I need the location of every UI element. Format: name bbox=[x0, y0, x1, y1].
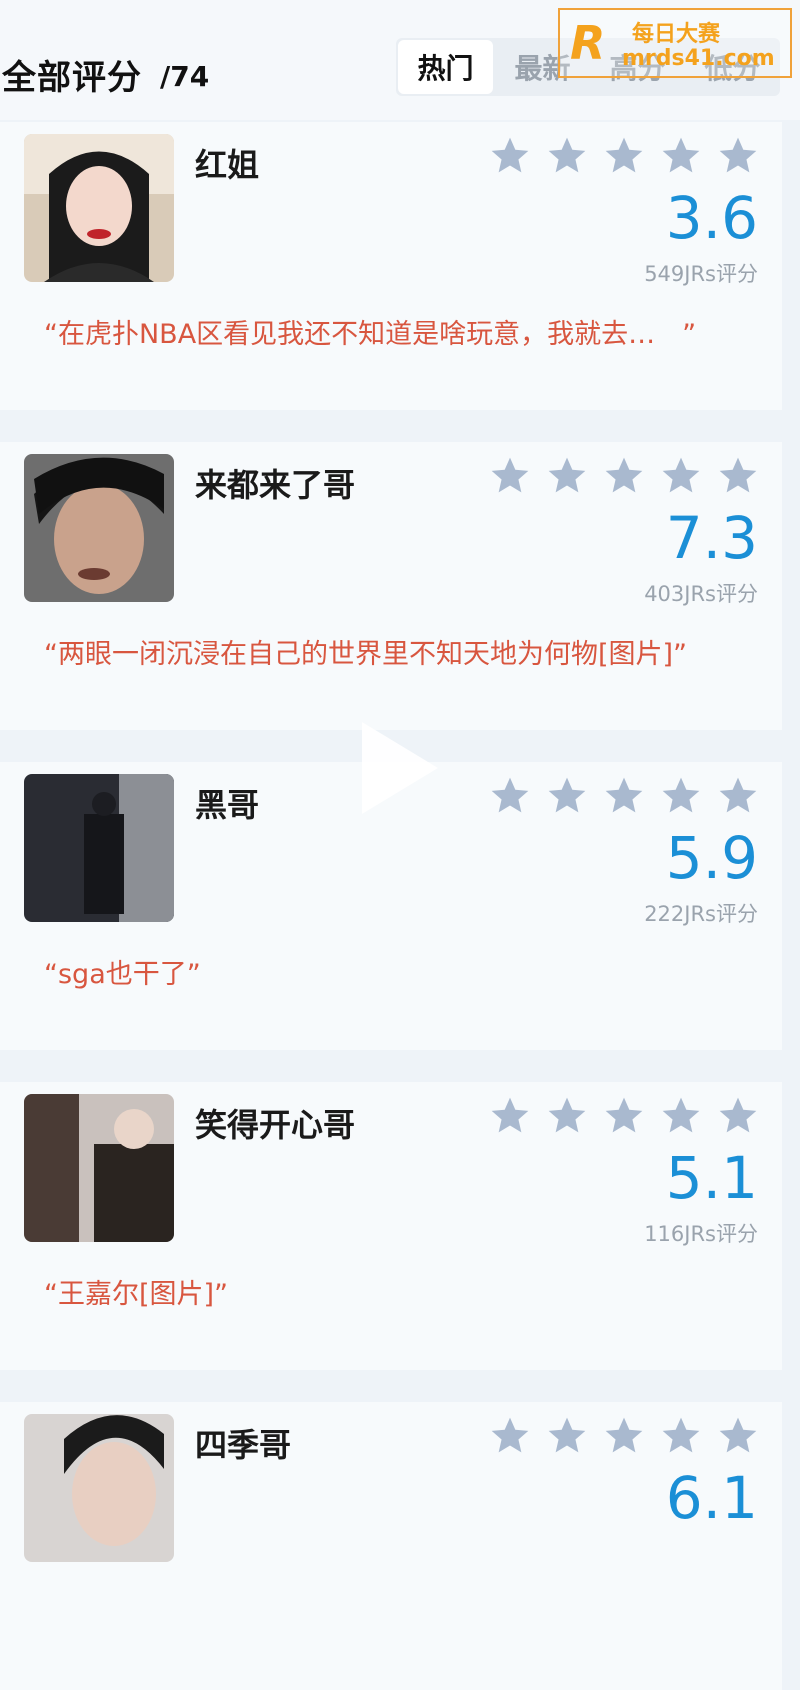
star-icon bbox=[491, 1417, 529, 1453]
rater-count: 403JRs评分 bbox=[644, 582, 758, 606]
rating-stars bbox=[488, 1414, 760, 1458]
star-icon bbox=[605, 1097, 643, 1133]
page-title: 全部评分 bbox=[2, 58, 142, 98]
star-icon bbox=[662, 777, 700, 813]
star-icon bbox=[662, 1417, 700, 1453]
rater-count: 549JRs评分 bbox=[644, 262, 758, 286]
star-icon bbox=[548, 137, 586, 173]
avatar[interactable] bbox=[24, 774, 174, 922]
star-icon bbox=[719, 777, 757, 813]
rating-stars bbox=[488, 454, 760, 498]
top-comment[interactable]: “两眼一闭沉浸在自己的世界里不知天地为何物[图片]” bbox=[44, 632, 687, 671]
star-icon bbox=[548, 457, 586, 493]
avatar[interactable] bbox=[24, 454, 174, 602]
star-icon bbox=[662, 1097, 700, 1133]
star-icon bbox=[662, 457, 700, 493]
score: 5.9 bbox=[665, 824, 758, 892]
reviewer-name: 四季哥 bbox=[195, 1426, 292, 1464]
star-icon bbox=[491, 777, 529, 813]
star-icon bbox=[491, 1097, 529, 1133]
star-icon bbox=[491, 457, 529, 493]
star-icon bbox=[662, 137, 700, 173]
top-comment[interactable]: “sga也干了” bbox=[44, 952, 201, 991]
avatar[interactable] bbox=[24, 1414, 174, 1562]
avatar[interactable] bbox=[24, 134, 174, 282]
play-icon[interactable] bbox=[362, 722, 438, 814]
review-card[interactable]: 来都来了哥 7.3 403JRs评分 “两眼一闭沉浸在自己的世界里不知天地为何物… bbox=[0, 442, 782, 730]
watermark-logo: R bbox=[570, 16, 606, 70]
star-icon bbox=[548, 777, 586, 813]
top-comment[interactable]: “在虎扑NBA区看见我还不知道是啥玩意，我就去… ” bbox=[44, 312, 696, 351]
rater-count: 222JRs评分 bbox=[644, 902, 758, 926]
star-icon bbox=[548, 1097, 586, 1133]
star-icon bbox=[719, 137, 757, 173]
star-icon bbox=[719, 457, 757, 493]
score: 7.3 bbox=[665, 504, 758, 572]
star-icon bbox=[605, 457, 643, 493]
review-card[interactable]: 红姐 3.6 549JRs评分 “在虎扑NBA区看见我还不知道是啥玩意，我就去…… bbox=[0, 122, 782, 410]
review-card[interactable]: 四季哥 6.1 bbox=[0, 1402, 782, 1690]
star-icon bbox=[605, 1417, 643, 1453]
score: 6.1 bbox=[665, 1464, 758, 1532]
star-icon bbox=[719, 1097, 757, 1133]
reviewer-name: 黑哥 bbox=[195, 786, 260, 824]
rater-count: 116JRs评分 bbox=[644, 1222, 758, 1246]
watermark: R 每日大赛 mrds41.com bbox=[558, 8, 792, 78]
reviewer-name: 红姐 bbox=[195, 146, 260, 184]
reviewer-name: 笑得开心哥 bbox=[195, 1106, 356, 1144]
star-icon bbox=[605, 137, 643, 173]
watermark-line1: 每日大赛 bbox=[632, 22, 721, 47]
rating-stars bbox=[488, 1094, 760, 1138]
watermark-line2: mrds41.com bbox=[622, 46, 775, 71]
reviewer-name: 来都来了哥 bbox=[195, 466, 356, 504]
top-comment[interactable]: “王嘉尔[图片]” bbox=[44, 1272, 228, 1311]
rating-stars bbox=[488, 134, 760, 178]
score: 5.1 bbox=[665, 1144, 758, 1212]
star-icon bbox=[548, 1417, 586, 1453]
star-icon bbox=[719, 1417, 757, 1453]
avatar[interactable] bbox=[24, 1094, 174, 1242]
star-icon bbox=[491, 137, 529, 173]
review-card[interactable]: 笑得开心哥 5.1 116JRs评分 “王嘉尔[图片]” bbox=[0, 1082, 782, 1370]
star-icon bbox=[605, 777, 643, 813]
tab-hot[interactable]: 热门 bbox=[398, 40, 493, 94]
score: 3.6 bbox=[665, 184, 758, 252]
rating-stars bbox=[488, 774, 760, 818]
review-count: /74 bbox=[160, 60, 210, 93]
